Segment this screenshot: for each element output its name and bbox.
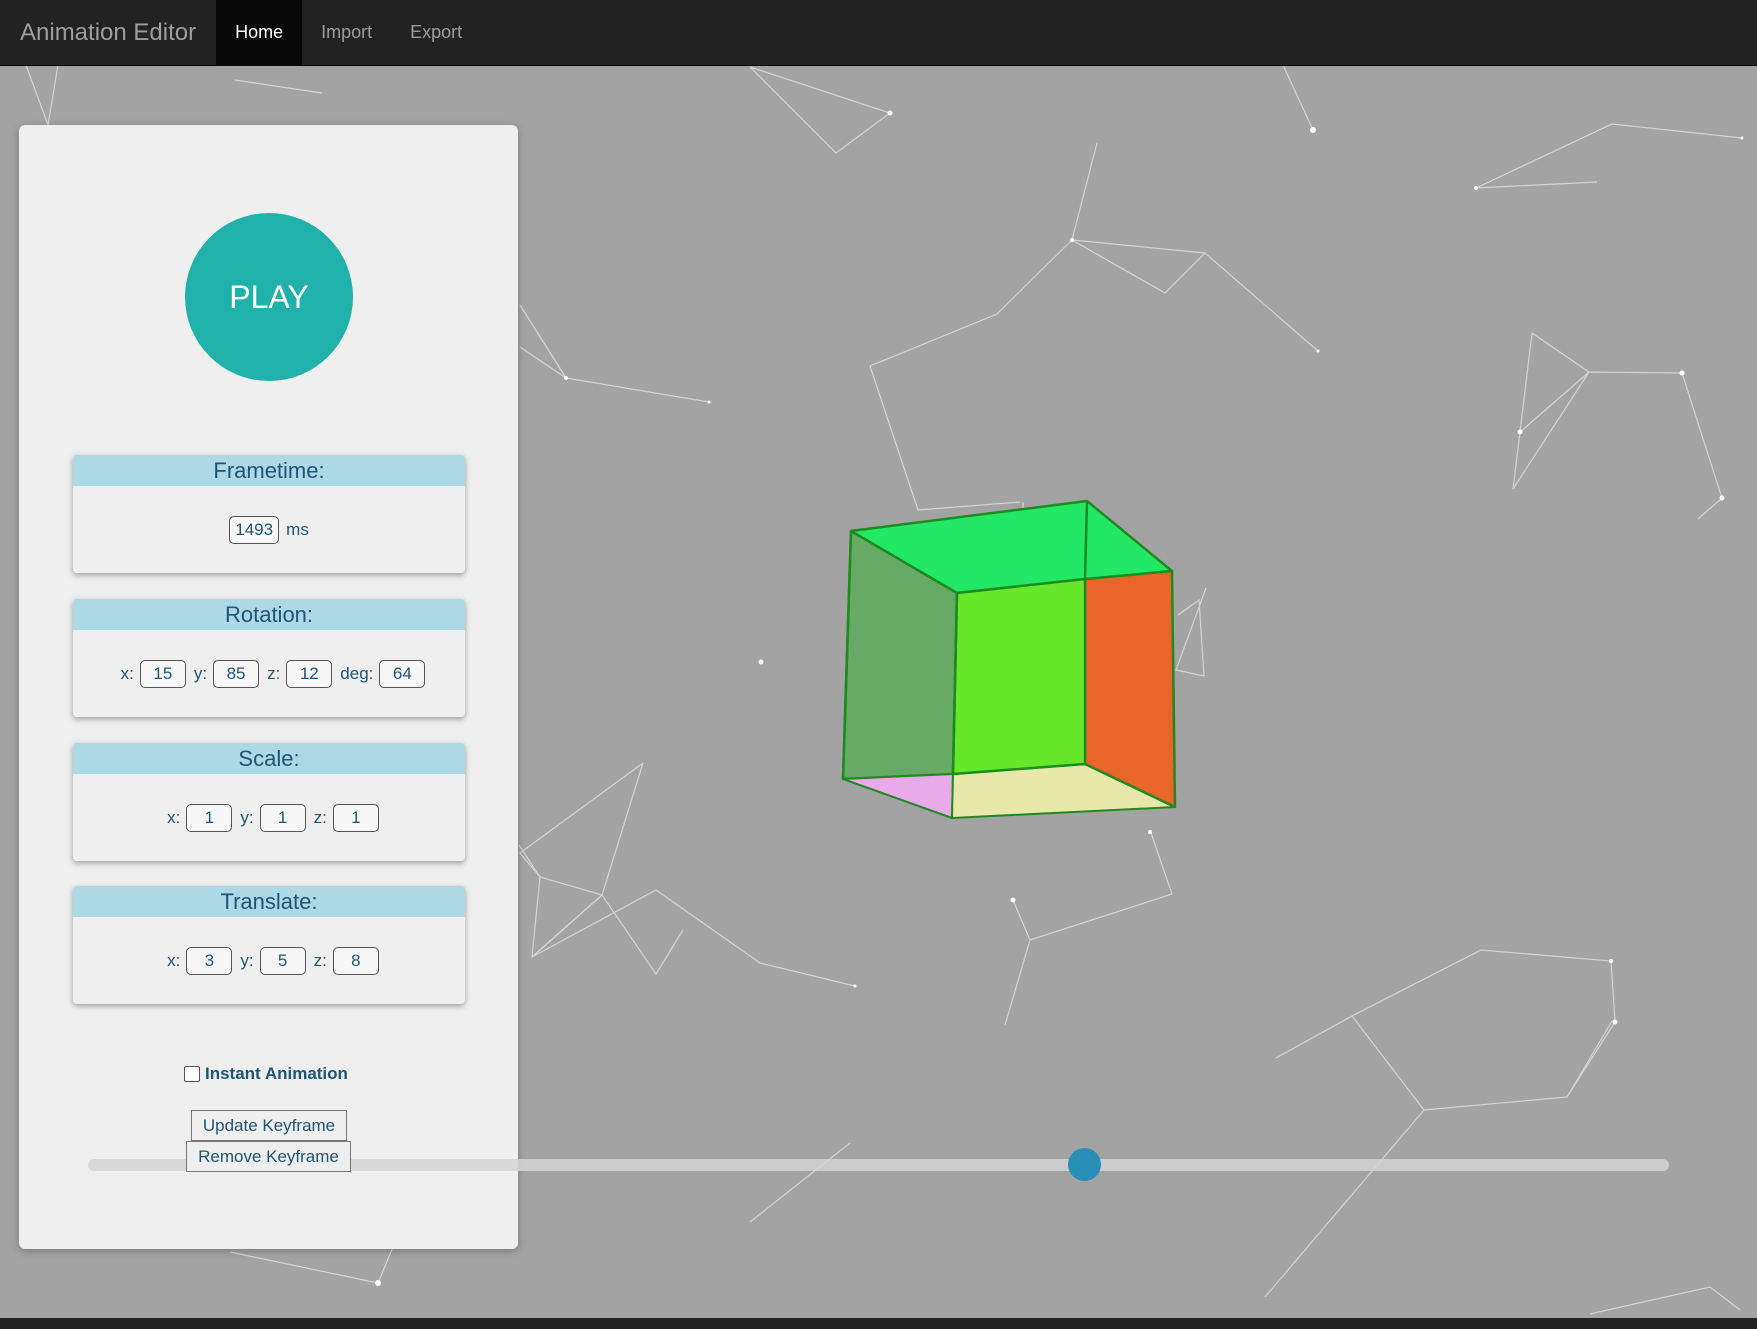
scale-y-label: y:	[240, 807, 254, 827]
instant-animation-label: Instant Animation	[205, 1064, 348, 1083]
brand-title[interactable]: Animation Editor	[0, 0, 216, 65]
rotation-x-input[interactable]	[139, 659, 186, 688]
bottom-bar	[0, 1318, 1757, 1329]
scale-x-input[interactable]	[186, 803, 233, 832]
frametime-input[interactable]	[229, 515, 280, 544]
navbar: Animation Editor Home Import Export	[0, 0, 1757, 66]
instant-animation-checkbox[interactable]	[184, 1066, 200, 1082]
instant-animation-option[interactable]: Instant Animation	[184, 1064, 348, 1084]
scale-card: Scale: x: y: z:	[73, 743, 465, 861]
rotation-z-label: z:	[267, 663, 281, 683]
scale-x-label: x:	[167, 807, 181, 827]
translate-z-input[interactable]	[332, 946, 379, 975]
translate-y-input[interactable]	[259, 946, 306, 975]
rotation-z-input[interactable]	[286, 659, 333, 688]
scale-z-label: z:	[313, 807, 327, 827]
translate-x-label: x:	[167, 950, 181, 970]
nav-import[interactable]: Import	[302, 0, 391, 65]
rotation-y-label: y:	[193, 663, 208, 683]
cube-bottom-left-face	[842, 773, 954, 819]
rotation-y-input[interactable]	[213, 659, 260, 688]
rotation-title: Rotation:	[73, 599, 465, 630]
play-button[interactable]: PLAY	[185, 213, 353, 381]
translate-title: Translate:	[73, 886, 465, 917]
frametime-unit: ms	[286, 519, 309, 539]
frametime-card: Frametime: ms	[73, 455, 465, 573]
scale-title: Scale:	[73, 743, 465, 774]
rotation-deg-input[interactable]	[379, 659, 426, 688]
rotation-card: Rotation: x: y: z: deg:	[73, 599, 465, 717]
translate-x-input[interactable]	[186, 946, 233, 975]
rotation-x-label: x:	[120, 663, 134, 683]
cube-right-face	[1083, 569, 1177, 809]
frametime-title: Frametime:	[73, 455, 465, 486]
translate-card: Translate: x: y: z:	[73, 886, 465, 1004]
scale-y-input[interactable]	[259, 803, 306, 832]
rotation-deg-label: deg:	[340, 663, 374, 683]
timeline-thumb[interactable]	[1067, 1148, 1101, 1181]
nav-home[interactable]: Home	[216, 0, 303, 65]
remove-keyframe-button[interactable]: Remove Keyframe	[186, 1141, 351, 1172]
update-keyframe-button[interactable]: Update Keyframe	[191, 1110, 347, 1141]
cube-front-face	[951, 577, 1087, 776]
translate-z-label: z:	[313, 950, 327, 970]
translate-y-label: y:	[240, 950, 254, 970]
keyframe-panel: PLAY Frametime: ms Rotation: x: y: z: de…	[19, 125, 518, 1249]
nav-export[interactable]: Export	[391, 0, 481, 65]
scale-z-input[interactable]	[332, 803, 379, 832]
